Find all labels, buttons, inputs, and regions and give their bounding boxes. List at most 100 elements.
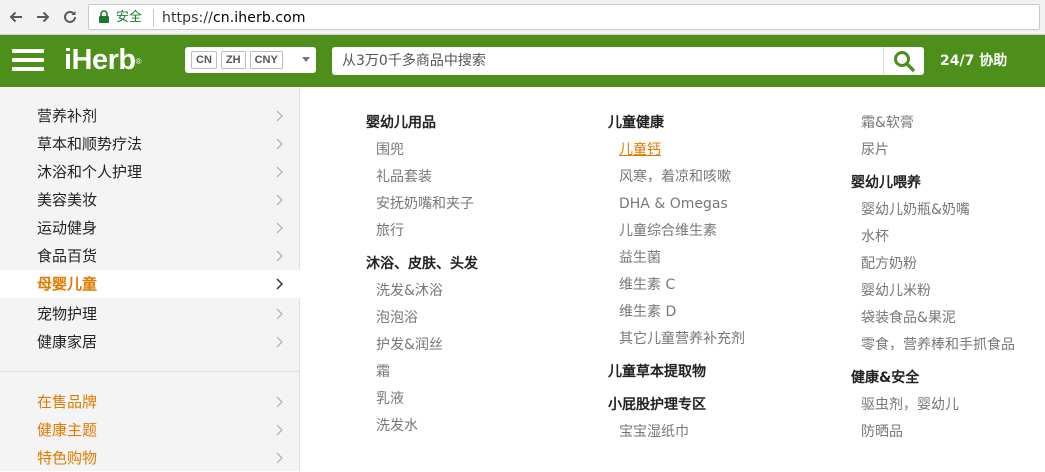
sidebar-item-home[interactable]: 健康家居 bbox=[0, 328, 300, 356]
locale-selector[interactable]: CN ZH CNY bbox=[185, 47, 316, 73]
subcategory-link[interactable]: 配方奶粉 bbox=[861, 255, 917, 273]
address-bar[interactable]: 安全 https://cn.iherb.com bbox=[88, 4, 1040, 30]
menu-icon bbox=[12, 49, 44, 53]
subcategory-link[interactable]: 维生素 D bbox=[619, 303, 676, 321]
subcategory-link[interactable]: 礼品套装 bbox=[376, 168, 432, 186]
site-header: iHerb® CN ZH CNY 24/7 协助 bbox=[0, 35, 1045, 87]
sidebar-item-label: 特色购物 bbox=[37, 449, 98, 467]
subcategory-link[interactable]: 驱虫剂，婴幼儿 bbox=[861, 396, 959, 414]
subcategory-link[interactable]: 儿童综合维生素 bbox=[619, 222, 717, 240]
sidebar-item-label: 运动健身 bbox=[37, 219, 98, 237]
subcategory-link[interactable]: 维生素 C bbox=[619, 276, 675, 294]
chevron-right-icon bbox=[276, 424, 283, 436]
subcategory-link-active[interactable]: 儿童钙 bbox=[619, 141, 661, 159]
category-heading[interactable]: 儿童健康 bbox=[608, 114, 664, 132]
reload-button[interactable] bbox=[60, 6, 80, 28]
chevron-right-icon bbox=[276, 138, 283, 150]
chevron-right-icon bbox=[276, 308, 283, 320]
forward-arrow-icon bbox=[37, 11, 50, 23]
chevron-right-icon bbox=[276, 222, 283, 234]
url-domain: cn.iherb.com bbox=[212, 10, 306, 26]
sidebar-item-sports[interactable]: 运动健身 bbox=[0, 214, 300, 242]
subcategory-link[interactable]: 霜&软膏 bbox=[861, 114, 914, 132]
sidebar-item-label: 草本和顺势疗法 bbox=[37, 135, 143, 153]
sidebar-item-label: 健康主题 bbox=[37, 421, 98, 439]
subcategory-link[interactable]: 其它儿童营养补充剂 bbox=[619, 330, 745, 348]
subcategory-link[interactable]: 洗发&沐浴 bbox=[376, 282, 443, 300]
subcategory-link[interactable]: 旅行 bbox=[376, 222, 404, 240]
chevron-right-icon bbox=[276, 110, 283, 122]
sidebar-item-herbs[interactable]: 草本和顺势疗法 bbox=[0, 130, 300, 158]
sidebar-item-featured-shopping[interactable]: 特色购物 bbox=[0, 444, 300, 472]
subcategory-link[interactable]: 霜 bbox=[376, 363, 390, 381]
sidebar-divider bbox=[0, 371, 299, 372]
language-code: ZH bbox=[220, 51, 246, 69]
subcategory-link[interactable]: 风寒，着凉和咳嗽 bbox=[619, 168, 731, 186]
category-heading[interactable]: 沐浴、皮肤、头发 bbox=[366, 255, 478, 273]
subcategory-link[interactable]: 乳液 bbox=[376, 390, 404, 408]
sidebar-item-health-topics[interactable]: 健康主题 bbox=[0, 416, 300, 444]
subcategory-link[interactable]: 零食，营养棒和手抓食品 bbox=[861, 336, 1015, 354]
sidebar-item-baby-kids[interactable]: 母婴儿童 bbox=[0, 270, 301, 298]
chevron-right-icon bbox=[276, 336, 283, 348]
category-heading[interactable]: 儿童草本提取物 bbox=[608, 363, 706, 381]
sidebar-item-label: 宠物护理 bbox=[37, 305, 98, 323]
category-heading[interactable]: 婴幼儿用品 bbox=[366, 114, 436, 132]
category-heading[interactable]: 健康&安全 bbox=[851, 369, 919, 387]
logo[interactable]: iHerb® bbox=[64, 44, 142, 76]
chevron-right-icon bbox=[276, 194, 283, 206]
sidebar-item-label: 在售品牌 bbox=[37, 393, 98, 411]
country-code: CN bbox=[191, 51, 217, 69]
search-input[interactable] bbox=[332, 47, 884, 75]
url-scheme: https:// bbox=[162, 10, 213, 26]
caret-down-icon bbox=[302, 57, 310, 62]
search-button[interactable] bbox=[883, 47, 924, 75]
subcategory-link[interactable]: 袋装食品&果泥 bbox=[861, 309, 956, 327]
forward-button[interactable] bbox=[33, 6, 53, 28]
subcategory-link[interactable]: 尿片 bbox=[861, 141, 889, 159]
sidebar-item-supplements[interactable]: 营养补剂 bbox=[0, 102, 300, 130]
menu-button[interactable] bbox=[12, 46, 46, 74]
subcategory-link[interactable]: 水杯 bbox=[861, 228, 889, 246]
back-button[interactable] bbox=[6, 6, 26, 28]
subcategory-link[interactable]: 防晒品 bbox=[861, 423, 903, 441]
subcategory-link[interactable]: 婴幼儿米粉 bbox=[861, 282, 931, 300]
subcategory-link[interactable]: 洗发水 bbox=[376, 417, 418, 435]
search-icon bbox=[894, 51, 915, 72]
sidebar-item-beauty[interactable]: 美容美妆 bbox=[0, 186, 300, 214]
browser-toolbar: 安全 https://cn.iherb.com bbox=[0, 0, 1045, 35]
sidebar-item-bath[interactable]: 沐浴和个人护理 bbox=[0, 158, 300, 186]
secure-label: 安全 bbox=[116, 10, 143, 25]
url-separator bbox=[153, 9, 154, 27]
chevron-right-icon bbox=[276, 396, 283, 408]
chevron-right-icon bbox=[276, 278, 283, 290]
category-heading[interactable]: 小屁股护理专区 bbox=[608, 396, 706, 414]
subcategory-link[interactable]: 围兜 bbox=[376, 141, 404, 159]
subcategory-link[interactable]: DHA & Omegas bbox=[619, 195, 728, 213]
chevron-right-icon bbox=[276, 250, 283, 262]
menu-icon-bar bbox=[12, 67, 44, 71]
subcategory-link[interactable]: 护发&润丝 bbox=[376, 336, 443, 354]
sidebar-item-label: 美容美妆 bbox=[37, 191, 98, 209]
sidebar-item-pets[interactable]: 宠物护理 bbox=[0, 300, 300, 328]
subcategory-link[interactable]: 益生菌 bbox=[619, 249, 661, 267]
help-link[interactable]: 24/7 协助 bbox=[940, 52, 1007, 70]
category-heading[interactable]: 婴幼儿喂养 bbox=[851, 174, 921, 192]
subcategory-link[interactable]: 安抚奶嘴和夹子 bbox=[376, 195, 474, 213]
menu-icon-bar bbox=[12, 58, 44, 62]
sidebar-item-label: 食品百货 bbox=[37, 247, 98, 265]
sidebar-item-grocery[interactable]: 食品百货 bbox=[0, 242, 300, 270]
subcategory-link[interactable]: 泡泡浴 bbox=[376, 309, 418, 327]
logo-text: iHerb bbox=[64, 44, 136, 76]
search-bar bbox=[332, 47, 924, 75]
subcategory-link[interactable]: 婴幼儿奶瓶&奶嘴 bbox=[861, 201, 970, 219]
chevron-right-icon bbox=[276, 452, 283, 464]
lock-icon bbox=[99, 10, 109, 23]
category-sidebar: 营养补剂 草本和顺势疗法 沐浴和个人护理 美容美妆 运动健身 食品百货 母婴儿童… bbox=[0, 88, 301, 472]
subcategory-link[interactable]: 宝宝湿纸巾 bbox=[619, 423, 689, 441]
currency-code: CNY bbox=[249, 51, 283, 69]
reload-icon bbox=[64, 10, 76, 23]
sidebar-item-brands-on-sale[interactable]: 在售品牌 bbox=[0, 388, 300, 416]
url-text: https://cn.iherb.com bbox=[162, 10, 306, 26]
back-arrow-icon bbox=[9, 11, 22, 23]
